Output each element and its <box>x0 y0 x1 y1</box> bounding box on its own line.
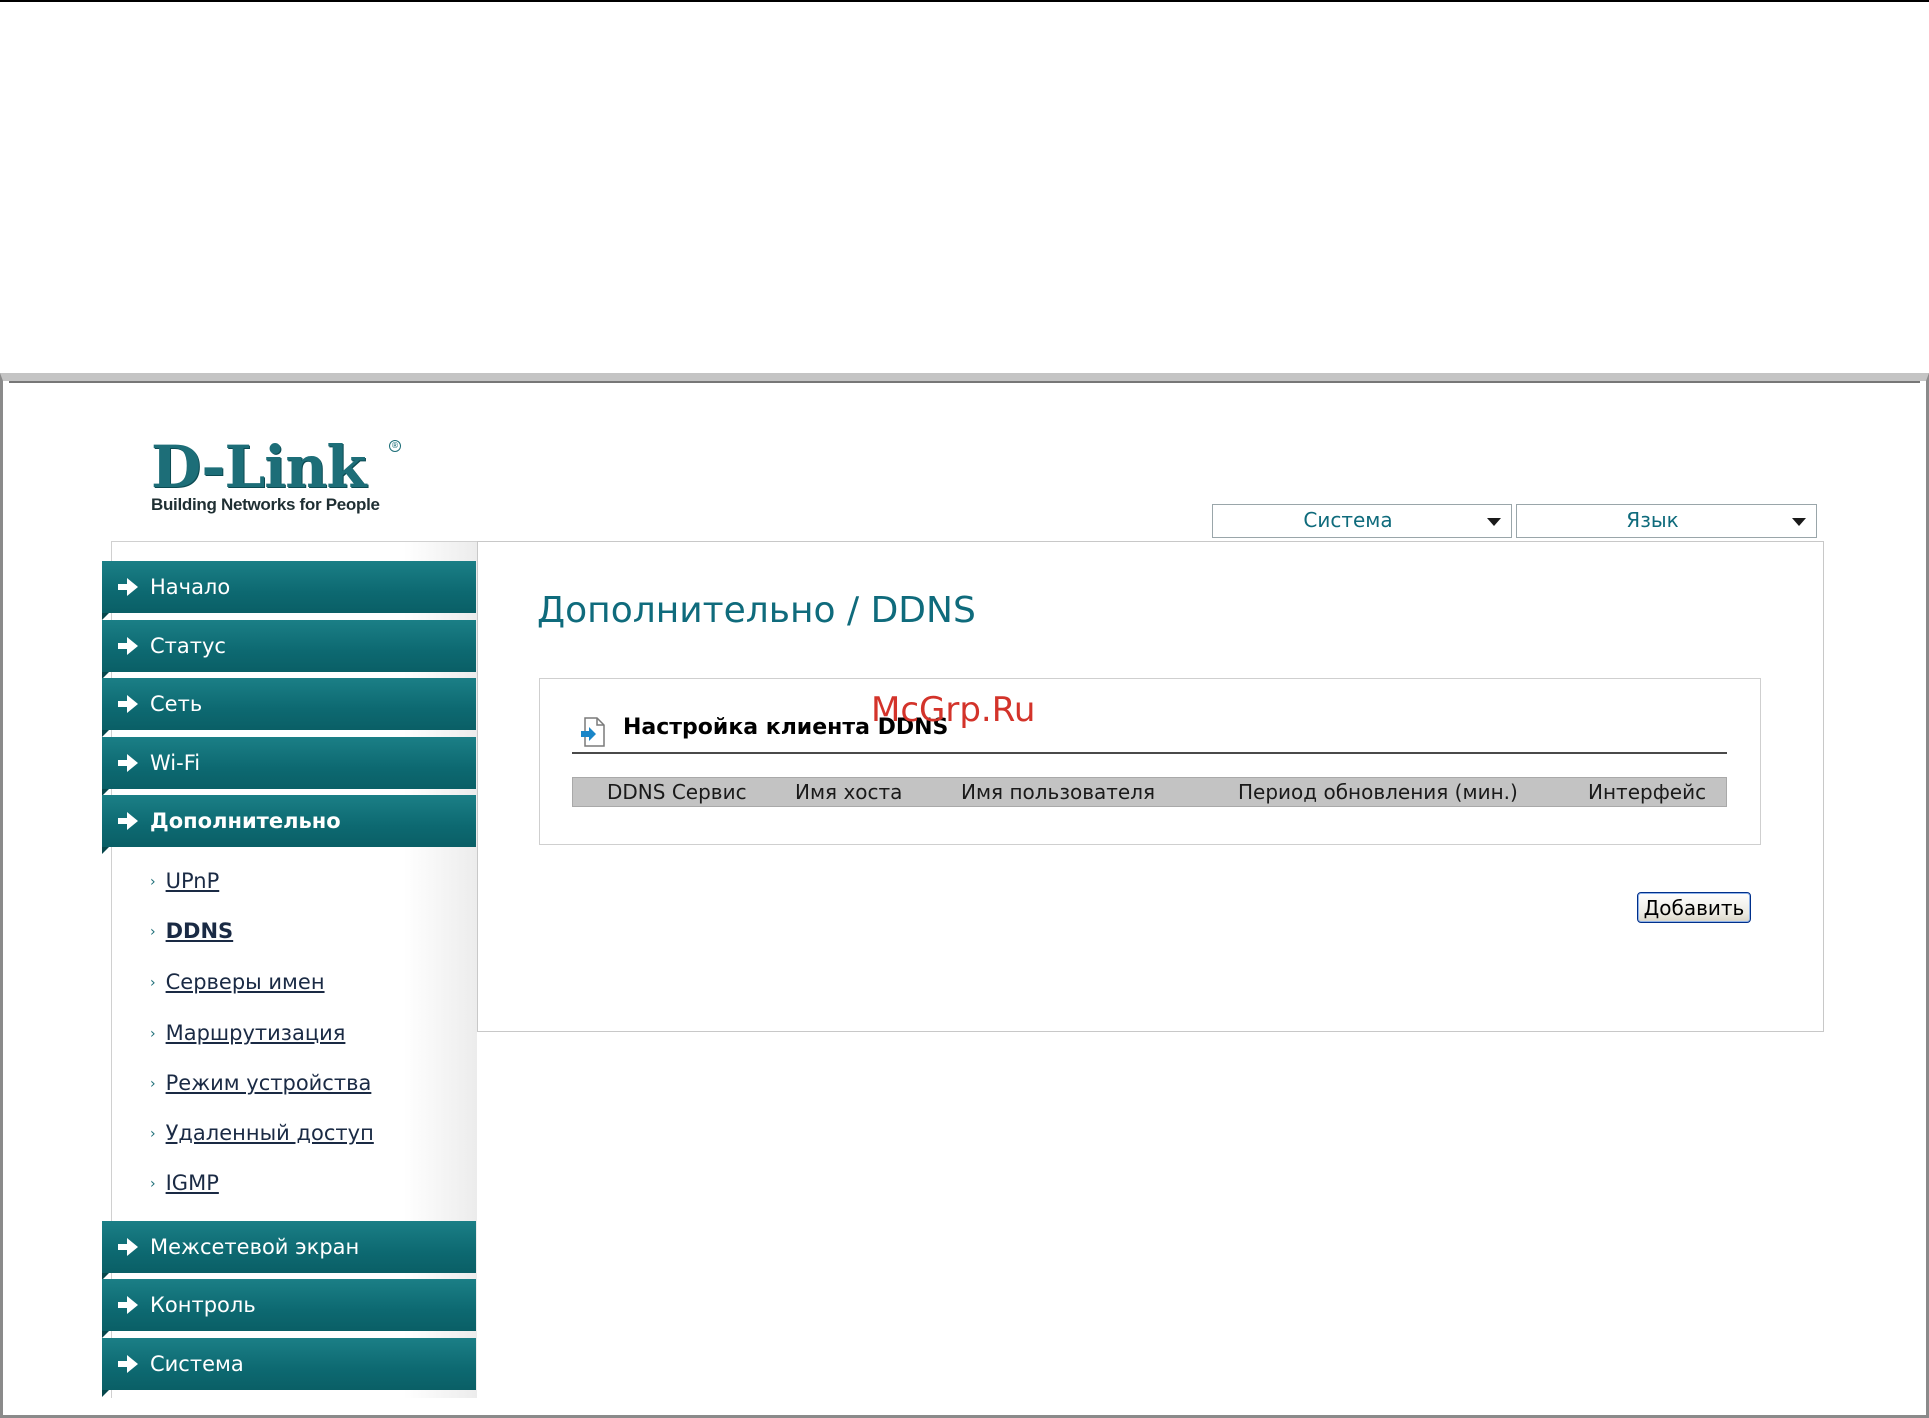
bullet-icon: › <box>150 1026 156 1042</box>
nav-label: Контроль <box>150 1293 256 1317</box>
ddns-section <box>539 678 1761 845</box>
nav-label: Сеть <box>150 692 203 716</box>
nav-label: Статус <box>150 634 226 658</box>
subnav-item-remote-access[interactable]: › Удаленный доступ <box>150 1118 374 1148</box>
dlink-logo: D-Link ® Building Networks for People <box>151 437 411 517</box>
system-select[interactable]: Система <box>1212 504 1512 538</box>
section-divider <box>572 752 1727 754</box>
arrow-right-icon <box>118 1238 138 1256</box>
language-select-label: Язык <box>1626 508 1679 532</box>
bullet-icon: › <box>150 874 156 890</box>
nav-label: Wi-Fi <box>150 751 201 775</box>
add-button[interactable]: Добавить <box>1637 892 1751 923</box>
nav-item-home[interactable]: Начало <box>102 561 476 620</box>
subnav-label: Удаленный доступ <box>165 1121 374 1145</box>
arrow-right-icon <box>118 754 138 772</box>
nav-label: Система <box>150 1352 244 1376</box>
subnav-label: IGMP <box>165 1171 219 1195</box>
subnav-label: UPnP <box>165 869 220 893</box>
column-header: Имя хоста <box>795 780 903 804</box>
arrow-right-icon <box>118 578 138 596</box>
nav-item-firewall[interactable]: Межсетевой экран <box>102 1221 476 1280</box>
chevron-down-icon <box>1487 518 1501 526</box>
watermark: McGrp.Ru <box>871 690 1036 730</box>
nav-item-network[interactable]: Сеть <box>102 678 476 737</box>
nav-item-status[interactable]: Статус <box>102 620 476 679</box>
logo-tagline: Building Networks for People <box>151 495 380 514</box>
column-header: Интерфейс <box>1588 780 1707 804</box>
chevron-down-icon <box>1792 518 1806 526</box>
bullet-icon: › <box>150 924 156 940</box>
subnav-label: DDNS <box>165 919 234 943</box>
bullet-icon: › <box>150 1076 156 1092</box>
document-arrow-icon <box>581 717 605 747</box>
bullet-icon: › <box>150 1176 156 1192</box>
page-title: Дополнительно / DDNS <box>537 590 976 631</box>
arrow-right-icon <box>118 1355 138 1373</box>
arrow-right-icon <box>118 695 138 713</box>
subnav-item-ddns[interactable]: › DDNS <box>150 916 233 946</box>
nav-item-system[interactable]: Система <box>102 1338 476 1397</box>
column-header: DDNS Сервис <box>607 780 747 804</box>
column-header: Имя пользователя <box>961 780 1156 804</box>
nav-item-wifi[interactable]: Wi-Fi <box>102 737 476 796</box>
nav-label: Межсетевой экран <box>150 1235 360 1259</box>
language-select[interactable]: Язык <box>1516 504 1817 538</box>
subnav-label: Режим устройства <box>165 1071 372 1095</box>
arrow-right-icon <box>118 812 138 830</box>
nav-item-advanced[interactable]: Дополнительно <box>102 795 476 854</box>
subnav-item-routing[interactable]: › Маршрутизация <box>150 1018 345 1048</box>
logo-brand: D-Link <box>151 433 367 501</box>
subnav-item-device-mode[interactable]: › Режим устройства <box>150 1068 371 1098</box>
bullet-icon: › <box>150 1126 156 1142</box>
subnav-item-upnp[interactable]: › UPnP <box>150 866 219 896</box>
subnav-item-dns-servers[interactable]: › Серверы имен <box>150 967 325 997</box>
top-rule <box>0 0 1929 2</box>
nav-label: Дополнительно <box>150 809 341 833</box>
subnav-label: Маршрутизация <box>165 1021 346 1045</box>
system-select-label: Система <box>1303 508 1393 532</box>
bullet-icon: › <box>150 975 156 991</box>
nav-label: Начало <box>150 575 231 599</box>
logo-trademark: ® <box>389 440 401 452</box>
subnav-item-igmp[interactable]: › IGMP <box>150 1168 219 1198</box>
subnav-label: Серверы имен <box>165 970 325 994</box>
nav-item-control[interactable]: Контроль <box>102 1279 476 1338</box>
arrow-right-icon <box>118 637 138 655</box>
column-header: Период обновления (мин.) <box>1238 780 1518 804</box>
ddns-table-header: DDNS Сервис Имя хоста Имя пользователя П… <box>572 777 1727 807</box>
arrow-right-icon <box>118 1296 138 1314</box>
